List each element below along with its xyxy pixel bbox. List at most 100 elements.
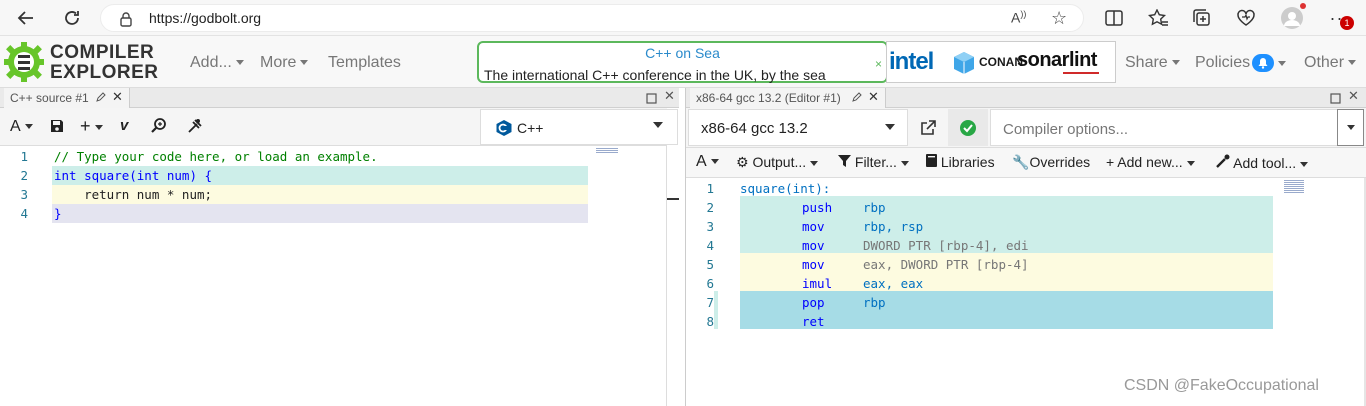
favorite-star-icon[interactable]: ☆	[1051, 8, 1067, 29]
close-pane-icon[interactable]: ✕	[1348, 88, 1359, 104]
line-number: 1	[706, 181, 714, 196]
language-select[interactable]: C++	[480, 109, 678, 145]
overrides-button[interactable]: 🔧Overrides	[1012, 154, 1090, 171]
code-line[interactable]: return num * num;	[54, 187, 212, 202]
close-icon[interactable]: ×	[875, 57, 882, 71]
asm-args[interactable]: eax, eax	[863, 276, 923, 291]
output-menu[interactable]: ⚙ Output...	[736, 154, 819, 171]
sponsor-intel[interactable]: intel	[889, 48, 934, 76]
browser-toolbar: https://godbolt.org A)) ☆ ··· 1	[0, 0, 1366, 36]
asm-opcode[interactable]: ret	[802, 314, 825, 329]
line-number: 1	[20, 149, 28, 164]
asm-opcode[interactable]: push	[802, 200, 832, 215]
asm-args[interactable]: rbp, rsp	[863, 219, 923, 234]
browser-essentials-icon[interactable]	[1234, 6, 1258, 30]
output-menu-label: Output...	[752, 154, 807, 170]
external-link-icon[interactable]	[920, 120, 936, 141]
bell-icon	[1252, 54, 1275, 72]
add-pane-icon[interactable]: +	[80, 116, 103, 137]
compiler-options-input[interactable]: Compiler options...	[990, 109, 1338, 146]
quick-search-icon[interactable]	[150, 117, 168, 138]
compiler-options-placeholder: Compiler options...	[1003, 121, 1129, 138]
pencil-icon[interactable]	[852, 91, 862, 105]
url-text[interactable]: https://godbolt.org	[149, 10, 261, 26]
vim-mode-icon[interactable]: v	[120, 117, 128, 134]
chevron-down-icon	[900, 160, 909, 166]
collections-icon[interactable]	[1190, 6, 1214, 30]
policies-menu[interactable]: Policies	[1195, 54, 1287, 72]
more-menu[interactable]: More	[260, 54, 309, 72]
maximize-icon[interactable]	[646, 91, 657, 109]
checkmark-icon	[960, 120, 976, 136]
tab-compiler[interactable]: x86-64 gcc 13.2 (Editor #1) ✕	[690, 88, 886, 108]
asm-opcode[interactable]: mov	[802, 219, 825, 234]
close-pane-icon[interactable]: ✕	[664, 88, 675, 104]
scrollbar-marker	[667, 198, 679, 200]
minimap[interactable]	[596, 148, 618, 154]
asm-args[interactable]: rbp	[863, 200, 886, 215]
add-new-menu[interactable]: + Add new...	[1106, 154, 1195, 170]
asm-args[interactable]: rbp	[863, 295, 886, 310]
asm-args[interactable]: DWORD PTR [rbp-4], edi	[863, 238, 1029, 253]
other-menu-label: Other	[1304, 54, 1345, 71]
chevron-down-icon	[94, 124, 103, 130]
sponsor-strip[interactable]: intel CONAN sonarlint	[886, 41, 1116, 83]
add-menu[interactable]: Add...	[190, 54, 244, 72]
compiler-toolbar: A ⚙ Output... Filter... Libraries 🔧Overr…	[686, 148, 1366, 178]
chevron-down-icon	[810, 160, 819, 166]
scrollbar-track[interactable]	[666, 146, 667, 406]
asm-opcode[interactable]: mov	[802, 257, 825, 272]
chevron-down-icon	[300, 60, 309, 66]
pencil-icon[interactable]	[96, 91, 106, 105]
promo-title[interactable]: C++ on Sea	[479, 45, 886, 61]
favorites-icon[interactable]	[1146, 6, 1170, 30]
font-size-icon[interactable]: A	[10, 118, 33, 136]
asm-label[interactable]: square(int):	[740, 181, 830, 196]
compiler-select[interactable]: x86-64 gcc 13.2	[688, 109, 908, 146]
filter-menu[interactable]: Filter...	[838, 154, 909, 170]
tab-label: x86-64 gcc 13.2 (Editor #1)	[696, 91, 841, 105]
font-size-icon[interactable]: A	[696, 153, 719, 171]
sonarlint-squiggle	[1063, 72, 1099, 74]
code-line[interactable]: }	[54, 206, 62, 221]
save-icon[interactable]	[50, 119, 64, 136]
compiler-tabstrip: x86-64 gcc 13.2 (Editor #1) ✕ ✕	[686, 88, 1366, 108]
notification-badge: 1	[1340, 16, 1354, 30]
refresh-icon[interactable]	[60, 6, 84, 30]
lock-icon[interactable]	[119, 11, 133, 32]
close-tab-icon[interactable]: ✕	[112, 89, 123, 105]
policies-menu-label: Policies	[1195, 54, 1251, 72]
other-menu[interactable]: Other	[1304, 54, 1357, 72]
options-dropdown-button[interactable]	[1337, 109, 1364, 146]
promo-banner[interactable]: C++ on Sea The international C++ confere…	[477, 41, 888, 83]
assembly-output[interactable]: 1 2 3 4 5 6 7 8 square(int): push rbp mo…	[686, 178, 1366, 406]
minimap[interactable]	[1284, 180, 1304, 194]
read-aloud-icon[interactable]: A))	[1011, 9, 1026, 26]
asm-opcode[interactable]: pop	[802, 295, 825, 310]
maximize-icon[interactable]	[1330, 91, 1341, 109]
share-menu[interactable]: Share	[1125, 54, 1180, 72]
source-editor[interactable]: 1 2 3 4 // Type your code here, or load …	[0, 146, 679, 406]
asm-opcode[interactable]: mov	[802, 238, 825, 253]
code-line[interactable]: int square(int num) {	[54, 168, 212, 183]
templates-link[interactable]: Templates	[328, 54, 401, 72]
compile-status[interactable]	[948, 109, 988, 146]
sponsor-sonarlint[interactable]: sonarlint	[1017, 49, 1097, 72]
watermark: CSDN @FakeOccupational	[1124, 377, 1319, 394]
split-screen-icon[interactable]	[1102, 6, 1126, 30]
code-line[interactable]: // Type your code here, or load an examp…	[54, 149, 378, 164]
compiler-explorer-logo-icon[interactable]	[3, 41, 45, 83]
tab-cpp-source[interactable]: C++ source #1 ✕	[4, 88, 130, 108]
back-arrow-icon[interactable]	[14, 6, 38, 30]
add-new-label: + Add new...	[1106, 154, 1183, 170]
cppinsights-icon[interactable]	[186, 117, 204, 138]
asm-args[interactable]: eax, DWORD PTR [rbp-4]	[863, 257, 1029, 272]
address-bar[interactable]: https://godbolt.org A)) ☆	[100, 4, 1084, 32]
asm-opcode[interactable]: imul	[802, 276, 832, 291]
chevron-down-icon	[1348, 60, 1357, 66]
profile-avatar-icon[interactable]	[1280, 3, 1306, 30]
source-toolbar: A + v C++	[0, 108, 678, 146]
libraries-button[interactable]: Libraries	[926, 154, 995, 170]
close-tab-icon[interactable]: ✕	[868, 89, 879, 105]
add-tool-menu[interactable]: Add tool...	[1216, 154, 1309, 171]
